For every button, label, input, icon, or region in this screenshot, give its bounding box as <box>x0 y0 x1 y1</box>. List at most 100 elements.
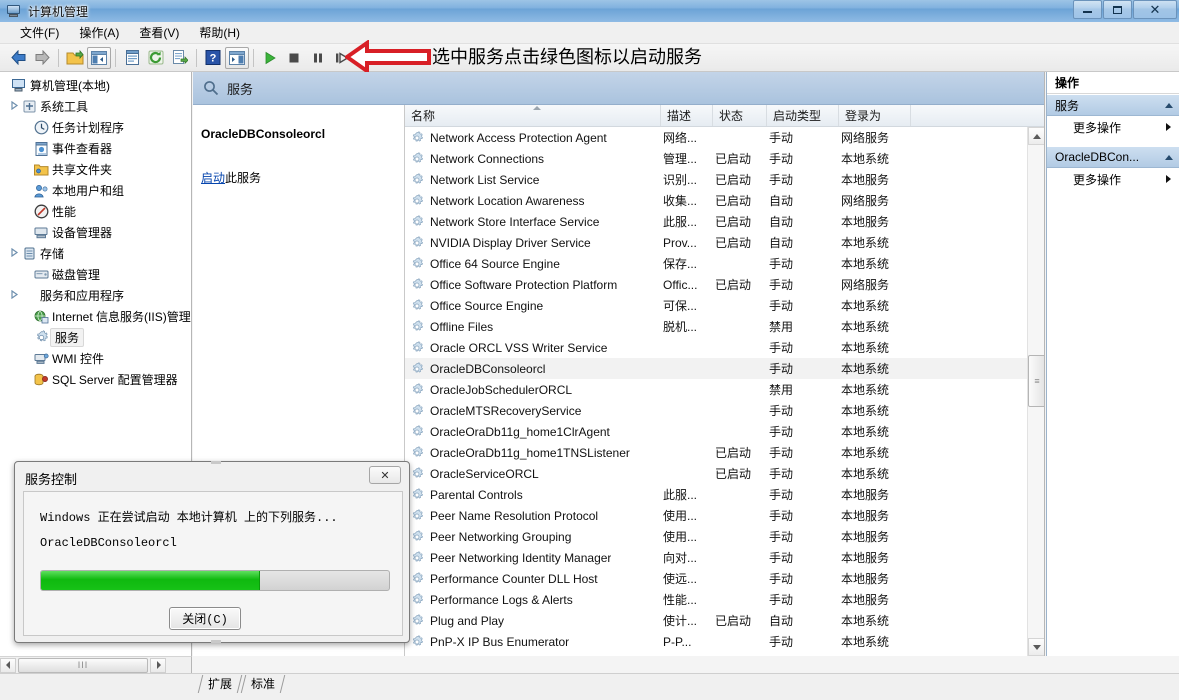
tree-item-disk-management[interactable]: 磁盘管理 <box>0 264 191 285</box>
close-button[interactable]: ✕ <box>1133 0 1177 19</box>
action-group-oracle[interactable]: OracleDBCon... <box>1047 146 1179 168</box>
tree-item-system-tools[interactable]: 系统工具 <box>0 96 191 117</box>
scroll-right-button[interactable] <box>150 657 166 673</box>
tree-item-iis-manager[interactable]: Internet 信息服务(IIS)管理器 <box>0 306 191 327</box>
expander-icon[interactable] <box>10 290 21 301</box>
expander-icon[interactable] <box>10 248 21 259</box>
help-icon[interactable]: ? <box>201 47 225 69</box>
table-row[interactable]: Oracle ORCL VSS Writer Service 手动 本地系统 <box>405 337 1027 358</box>
expander-icon[interactable] <box>22 269 33 280</box>
tree-item-sql-server-config[interactable]: SQL Server 配置管理器 <box>0 369 191 390</box>
tree-item-shared-folders[interactable]: 共享文件夹 <box>0 159 191 180</box>
forward-icon[interactable] <box>30 47 54 69</box>
expander-icon[interactable] <box>22 185 33 196</box>
chevron-up-icon[interactable] <box>1165 154 1173 160</box>
menu-action[interactable]: 操作(A) <box>69 22 129 43</box>
tree-item-performance[interactable]: 性能 <box>0 201 191 222</box>
expander-icon[interactable] <box>22 311 33 322</box>
stop-service-icon[interactable] <box>282 47 306 69</box>
table-row[interactable]: Office Software Protection Platform Offic… <box>405 274 1027 295</box>
table-row[interactable]: Network Access Protection Agent 网络... 手动 网络… <box>405 127 1027 148</box>
table-row[interactable]: Parental Controls 此服... 手动 本地服务 <box>405 484 1027 505</box>
column-header-description[interactable]: 描述 <box>661 105 713 126</box>
column-header-startup-type[interactable]: 启动类型 <box>767 105 839 126</box>
tree-horizontal-scrollbar[interactable]: III <box>0 656 192 673</box>
chevron-right-icon[interactable] <box>1166 123 1171 131</box>
scroll-thumb[interactable]: ≡ <box>1028 355 1044 407</box>
table-row[interactable]: Network Connections 管理... 已启动 手动 本地系统 <box>405 148 1027 169</box>
start-service-icon[interactable] <box>258 47 282 69</box>
tree-item-services-applications[interactable]: 服务和应用程序 <box>0 285 191 306</box>
up-folder-icon[interactable] <box>63 47 87 69</box>
expander-icon[interactable] <box>10 101 21 112</box>
table-row[interactable]: OracleOraDb11g_home1ClrAgent 手动 本地系统 <box>405 421 1027 442</box>
dialog-close-button[interactable]: ✕ <box>369 466 401 484</box>
tree-item-device-manager[interactable]: 设备管理器 <box>0 222 191 243</box>
export-list-icon[interactable] <box>168 47 192 69</box>
action-group-services[interactable]: 服务 <box>1047 94 1179 116</box>
table-row[interactable]: NVIDIA Display Driver Service Prov... 已启动 自… <box>405 232 1027 253</box>
tab-standard[interactable]: 标准 <box>240 675 286 693</box>
tree-item-computer-management[interactable]: 算机管理(本地) <box>0 75 191 96</box>
table-row[interactable]: OracleMTSRecoveryService 手动 本地系统 <box>405 400 1027 421</box>
table-row[interactable]: Peer Networking Grouping 使用... 手动 本地服务 <box>405 526 1027 547</box>
table-row[interactable]: Performance Logs & Alerts 性能... 手动 本地服务 <box>405 589 1027 610</box>
chevron-right-icon[interactable] <box>1166 175 1171 183</box>
table-row[interactable]: Network Store Interface Service 此服... 已启动 自… <box>405 211 1027 232</box>
scroll-down-button[interactable] <box>1028 638 1044 656</box>
tree-item-local-users-groups[interactable]: 本地用户和组 <box>0 180 191 201</box>
column-header-name[interactable]: 名称 <box>405 105 661 126</box>
properties-icon[interactable] <box>120 47 144 69</box>
table-row[interactable]: OracleJobSchedulerORCL 禁用 本地系统 <box>405 379 1027 400</box>
expander-icon[interactable] <box>22 164 33 175</box>
tree-item-storage[interactable]: 存储 <box>0 243 191 264</box>
start-service-link[interactable]: 启动 <box>201 171 225 185</box>
tree-item-services[interactable]: 服务 <box>0 327 191 348</box>
tree-item-wmi-control[interactable]: WMI 控件 <box>0 348 191 369</box>
table-row[interactable]: OracleDBConsoleorcl 手动 本地系统 <box>405 358 1027 379</box>
dialog-close-action-button[interactable]: 关闭(C) <box>169 607 241 630</box>
table-row[interactable]: Office 64 Source Engine 保存... 手动 本地系统 <box>405 253 1027 274</box>
scroll-thumb[interactable]: III <box>18 657 148 673</box>
table-row[interactable]: OracleOraDb11g_home1TNSListener 已启动 手动 本地系统 <box>405 442 1027 463</box>
table-row[interactable]: Performance Counter DLL Host 使远... 手动 本地服务 <box>405 568 1027 589</box>
show-action-pane-icon[interactable] <box>225 46 249 69</box>
tree-item-event-viewer[interactable]: 事件查看器 <box>0 138 191 159</box>
table-row[interactable]: Peer Networking Identity Manager 向对... 手动 本… <box>405 547 1027 568</box>
tree-item-task-scheduler[interactable]: 任务计划程序 <box>0 117 191 138</box>
expander-icon[interactable] <box>22 143 33 154</box>
list-vertical-scrollbar[interactable]: ≡ <box>1027 127 1044 656</box>
table-row[interactable]: Office Source Engine 可保... 手动 本地系统 <box>405 295 1027 316</box>
expander-icon[interactable] <box>22 332 33 343</box>
table-row[interactable]: PnP-X IP Bus Enumerator P-P... 手动 本地系统 <box>405 631 1027 652</box>
table-row[interactable]: Peer Name Resolution Protocol 使用... 手动 本地服务 <box>405 505 1027 526</box>
show-tree-icon[interactable] <box>87 46 111 69</box>
table-row[interactable]: Offline Files 脱机... 禁用 本地系统 <box>405 316 1027 337</box>
column-header-logon-as[interactable]: 登录为 <box>839 105 911 126</box>
expander-icon[interactable] <box>22 353 33 364</box>
action-more-services[interactable]: 更多操作 <box>1047 116 1179 138</box>
menu-help[interactable]: 帮助(H) <box>189 22 250 43</box>
refresh-icon[interactable] <box>144 47 168 69</box>
table-row[interactable]: Network Location Awareness 收集... 已启动 自动 网络服务 <box>405 190 1027 211</box>
pause-service-icon[interactable] <box>306 47 330 69</box>
table-row[interactable]: OracleServiceORCL 已启动 手动 本地系统 <box>405 463 1027 484</box>
minimize-button[interactable] <box>1073 0 1102 19</box>
action-more-oracle[interactable]: 更多操作 <box>1047 168 1179 190</box>
menu-file[interactable]: 文件(F) <box>10 22 69 43</box>
expander-icon[interactable] <box>22 122 33 133</box>
tab-extended[interactable]: 扩展 <box>197 675 243 693</box>
table-row[interactable]: Plug and Play 使计... 已启动 自动 本地系统 <box>405 610 1027 631</box>
expander-icon[interactable] <box>22 374 33 385</box>
table-row[interactable]: Network List Service 识别... 已启动 手动 本地服务 <box>405 169 1027 190</box>
expander-icon[interactable] <box>22 227 33 238</box>
chevron-up-icon[interactable] <box>1165 102 1173 108</box>
column-header-status[interactable]: 状态 <box>713 105 767 126</box>
maximize-button[interactable] <box>1103 0 1132 19</box>
menu-view[interactable]: 查看(V) <box>129 22 189 43</box>
expander-icon[interactable] <box>22 206 33 217</box>
scroll-left-button[interactable] <box>0 657 16 673</box>
scroll-up-button[interactable] <box>1028 127 1044 145</box>
expander-icon[interactable] <box>0 80 11 91</box>
back-icon[interactable] <box>6 47 30 69</box>
